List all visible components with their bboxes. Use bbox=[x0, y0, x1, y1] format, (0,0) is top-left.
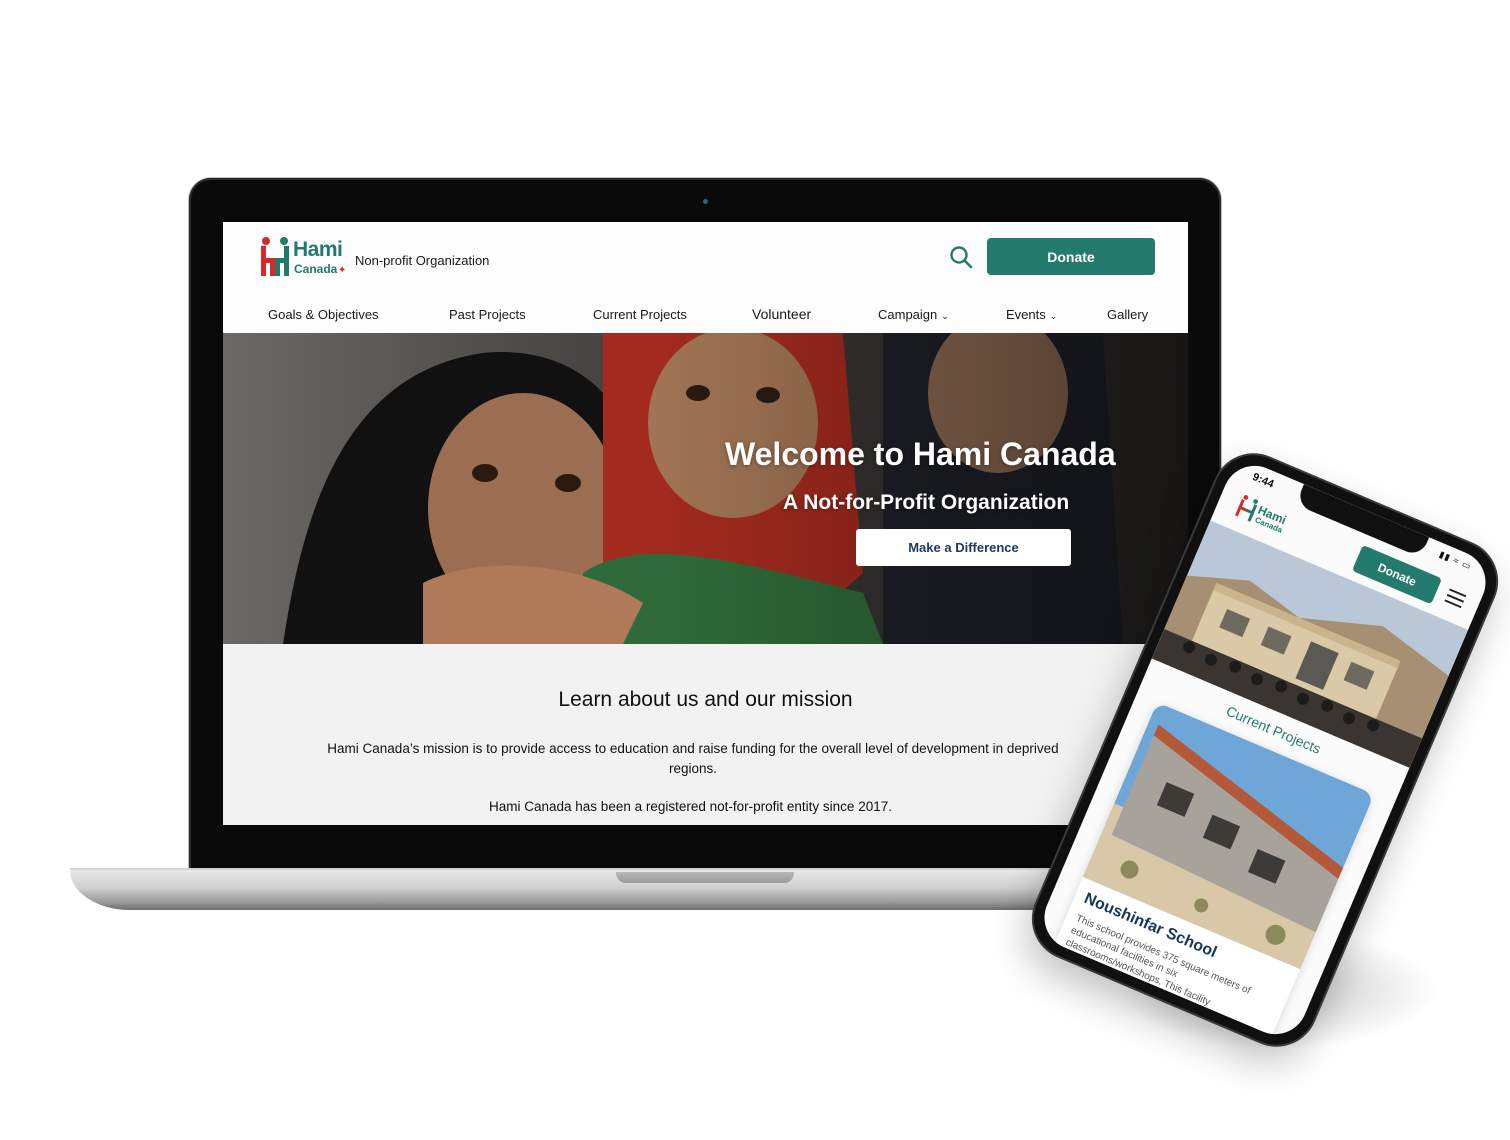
about-section: Learn about us and our mission Hami Cana… bbox=[223, 644, 1188, 825]
about-paragraph: Hami Canada’s mission is to provide acce… bbox=[327, 741, 1059, 776]
nav-current-projects[interactable]: Current Projects bbox=[593, 307, 687, 322]
nav-campaign-label: Campaign bbox=[878, 307, 938, 322]
nav-events-label: Events bbox=[1006, 307, 1046, 322]
nav-volunteer[interactable]: Volunteer bbox=[752, 306, 811, 322]
nav-campaign[interactable]: Campaign ⌄ bbox=[878, 307, 949, 322]
chevron-down-icon: ⌄ bbox=[1049, 311, 1058, 321]
hero-photo-children bbox=[223, 333, 1188, 644]
laptop-camera bbox=[703, 199, 708, 204]
donate-button[interactable]: Donate bbox=[987, 238, 1155, 275]
hero-banner: Welcome to Hami Canada A Not-for-Profit … bbox=[223, 333, 1188, 644]
nav-goals-objectives[interactable]: Goals & Objectives bbox=[268, 307, 379, 322]
logo-wordmark: Hami bbox=[293, 238, 343, 261]
hero-title: Welcome to Hami Canada bbox=[725, 436, 1116, 472]
hami-canada-logo[interactable]: Hami Canada ✦ bbox=[257, 236, 349, 280]
search-icon[interactable] bbox=[948, 244, 974, 270]
site-header: Hami Canada ✦ Non-profit Organization Do… bbox=[223, 222, 1188, 295]
about-title: Learn about us and our mission bbox=[558, 688, 853, 711]
project-photo-building bbox=[1082, 702, 1375, 970]
header-tagline: Non-profit Organization bbox=[355, 253, 490, 268]
chevron-down-icon: ⌄ bbox=[941, 311, 949, 321]
maple-leaf-icon: ✦ bbox=[338, 265, 347, 276]
status-icons: ▮▮ ≈ ▭ bbox=[1437, 549, 1474, 572]
nav-events[interactable]: Events ⌄ bbox=[1006, 307, 1057, 322]
logo-mark-icon bbox=[261, 237, 289, 276]
hero-subtitle: A Not-for-Profit Organization bbox=[783, 491, 1070, 514]
main-nav: Goals & Objectives Past Projects Current… bbox=[223, 294, 1188, 333]
about-paragraph: Hami Canada has been a registered not-fo… bbox=[489, 799, 892, 814]
nav-gallery[interactable]: Gallery bbox=[1107, 307, 1148, 322]
logo-subtitle: Canada bbox=[294, 262, 338, 276]
status-time: 9:44 bbox=[1250, 471, 1276, 491]
hamburger-menu-icon[interactable] bbox=[1444, 588, 1467, 609]
nav-past-projects[interactable]: Past Projects bbox=[449, 307, 526, 322]
laptop-screen: Hami Canada ✦ Non-profit Organization Do… bbox=[223, 222, 1188, 825]
make-a-difference-button[interactable]: Make a Difference bbox=[856, 529, 1071, 566]
laptop-notch bbox=[616, 872, 794, 883]
